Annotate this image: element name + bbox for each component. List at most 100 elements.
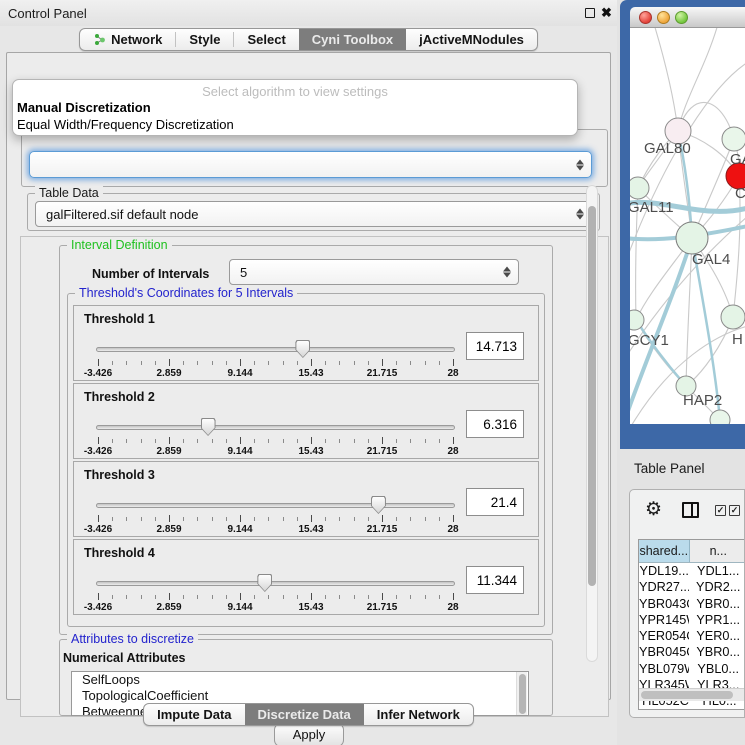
slider-scale-label: -3.426 — [76, 602, 120, 613]
threshold-slider[interactable]: -3.4262.8599.14415.4321.71528 — [98, 572, 453, 612]
network-node-node-top-right[interactable] — [722, 127, 745, 151]
slider-tick — [311, 437, 312, 444]
threshold-slider[interactable]: -3.4262.8599.14415.4321.71528 — [98, 494, 453, 534]
slider-track[interactable] — [96, 347, 455, 352]
number-of-intervals-combobox[interactable]: 5 — [229, 259, 519, 285]
slider-tick — [396, 439, 397, 443]
table-cell[interactable]: YDR27... — [639, 579, 689, 595]
table-row[interactable]: YPR145WYPR1... — [639, 612, 745, 628]
threshold-value-field[interactable] — [466, 566, 524, 594]
slider-tick — [453, 437, 454, 444]
threshold-value-field[interactable] — [466, 488, 524, 516]
tab-network[interactable]: Network — [80, 29, 175, 50]
network-node-node-right-mid[interactable] — [721, 305, 745, 329]
option-manual-discretization[interactable]: Manual Discretization — [17, 100, 151, 115]
table-cell[interactable]: YDL1... — [689, 563, 745, 579]
network-node-label: GAL4 — [692, 251, 730, 268]
slider-scale-label: 15.43 — [289, 446, 333, 457]
table-cell[interactable]: YER054C — [639, 628, 689, 644]
slider-track[interactable] — [96, 581, 455, 586]
threshold-slider[interactable]: -3.4262.8599.14415.4321.71528 — [98, 416, 453, 456]
tab-discretize-data[interactable]: Discretize Data — [245, 704, 364, 725]
table-header-row: shared... n... — [639, 540, 745, 563]
threshold-value-field[interactable] — [466, 332, 524, 360]
column-header-name[interactable]: n... — [690, 540, 745, 562]
slider-scale-label: 9.144 — [218, 524, 262, 535]
slider-tick — [425, 361, 426, 365]
table-row[interactable]: YBR045CYBR0... — [639, 644, 745, 660]
table-cell[interactable]: YDL19... — [639, 563, 689, 579]
slider-thumb[interactable] — [295, 340, 310, 358]
attribute-item[interactable]: TopologicalCoefficient — [72, 688, 528, 704]
column-header-shared-name[interactable]: shared... — [639, 540, 690, 562]
table-data-combobox[interactable]: galFiltered.sif default node — [35, 201, 592, 227]
checkbox-icon[interactable]: ✓ — [729, 505, 740, 516]
close-icon[interactable]: ✖ — [601, 5, 612, 21]
tab-style[interactable]: Style — [176, 29, 233, 50]
scrollbar-thumb[interactable] — [641, 691, 733, 699]
slider-tick — [339, 595, 340, 599]
slider-tick — [169, 437, 170, 444]
table-row[interactable]: YDL19...YDL1... — [639, 563, 745, 579]
threshold-value-field[interactable] — [466, 410, 524, 438]
slider-scale-label: 9.144 — [218, 602, 262, 613]
table-cell[interactable]: YDR2... — [689, 579, 745, 595]
slider-tick — [197, 517, 198, 521]
tab-jactivemnodules[interactable]: jActiveMNodules — [406, 29, 537, 50]
float-window-icon[interactable] — [585, 8, 595, 18]
scrollbar-thumb[interactable] — [588, 206, 596, 586]
threshold-slider[interactable]: -3.4262.8599.14415.4321.71528 — [98, 338, 453, 378]
threshold-panel: Threshold 1 -3.4262.8599.14415.4321.7152… — [73, 305, 539, 381]
network-canvas[interactable]: GAL80GACGAL11GAL4GCY1HHAP2 — [630, 28, 745, 424]
panel-scrollbar[interactable] — [586, 185, 598, 662]
algorithm-combobox[interactable] — [29, 151, 592, 178]
table-row[interactable]: YER054CYER0... — [639, 628, 745, 644]
table-cell[interactable]: YER0... — [689, 628, 745, 644]
threshold-panel: Threshold 3 -3.4262.8599.14415.4321.7152… — [73, 461, 539, 537]
table-horizontal-scrollbar[interactable] — [639, 688, 745, 701]
apply-button[interactable]: Apply — [274, 723, 344, 745]
slider-thumb[interactable] — [371, 496, 386, 514]
checkbox-icon[interactable]: ✓ — [715, 505, 726, 516]
table-cell[interactable]: YBR0... — [689, 644, 745, 660]
slider-tick — [169, 515, 170, 522]
slider-tick — [254, 595, 255, 599]
table-cell[interactable]: YBR0... — [689, 596, 745, 612]
table-row[interactable]: YDR27...YDR2... — [639, 579, 745, 595]
tab-impute-data[interactable]: Impute Data — [144, 704, 244, 725]
slider-tick — [311, 515, 312, 522]
table-cell[interactable]: YPR145W — [639, 612, 689, 628]
tab-cyni-toolbox[interactable]: Cyni Toolbox — [299, 29, 406, 50]
table-cell[interactable]: YBL0... — [689, 661, 745, 677]
gear-icon[interactable]: ⚙ — [645, 498, 662, 521]
option-equal-width-frequency[interactable]: Equal Width/Frequency Discretization — [17, 117, 234, 132]
split-columns-icon[interactable] — [682, 502, 699, 518]
threshold-label: Threshold 2 — [84, 390, 155, 404]
slider-tick — [297, 439, 298, 443]
close-traffic-light[interactable] — [639, 11, 652, 24]
slider-tick — [254, 361, 255, 365]
tab-infer-network[interactable]: Infer Network — [364, 704, 473, 725]
zoom-traffic-light[interactable] — [675, 11, 688, 24]
network-node-node-bottom[interactable] — [710, 410, 730, 424]
slider-tick — [226, 517, 227, 521]
table-cell[interactable]: YBL079W — [639, 661, 689, 677]
attribute-item[interactable]: SelfLoops — [72, 672, 528, 688]
network-node-node-gal11[interactable] — [630, 177, 649, 199]
table-cell[interactable]: YBR045C — [639, 644, 689, 660]
table-cell[interactable]: YBR043C — [639, 596, 689, 612]
tab-select[interactable]: Select — [234, 29, 298, 50]
network-node-GAL4[interactable] — [676, 222, 708, 254]
table-row[interactable]: YBL079WYBL0... — [639, 661, 745, 677]
slider-track[interactable] — [96, 503, 455, 508]
slider-tick — [283, 595, 284, 599]
slider-track[interactable] — [96, 425, 455, 430]
slider-thumb[interactable] — [257, 574, 272, 592]
number-of-intervals-label: Number of Intervals — [92, 267, 209, 281]
table-cell[interactable]: YPR1... — [689, 612, 745, 628]
slider-tick — [226, 439, 227, 443]
slider-thumb[interactable] — [201, 418, 216, 436]
table-row[interactable]: YBR043CYBR0... — [639, 596, 745, 612]
network-window-titlebar[interactable] — [630, 7, 745, 28]
minimize-traffic-light[interactable] — [657, 11, 670, 24]
